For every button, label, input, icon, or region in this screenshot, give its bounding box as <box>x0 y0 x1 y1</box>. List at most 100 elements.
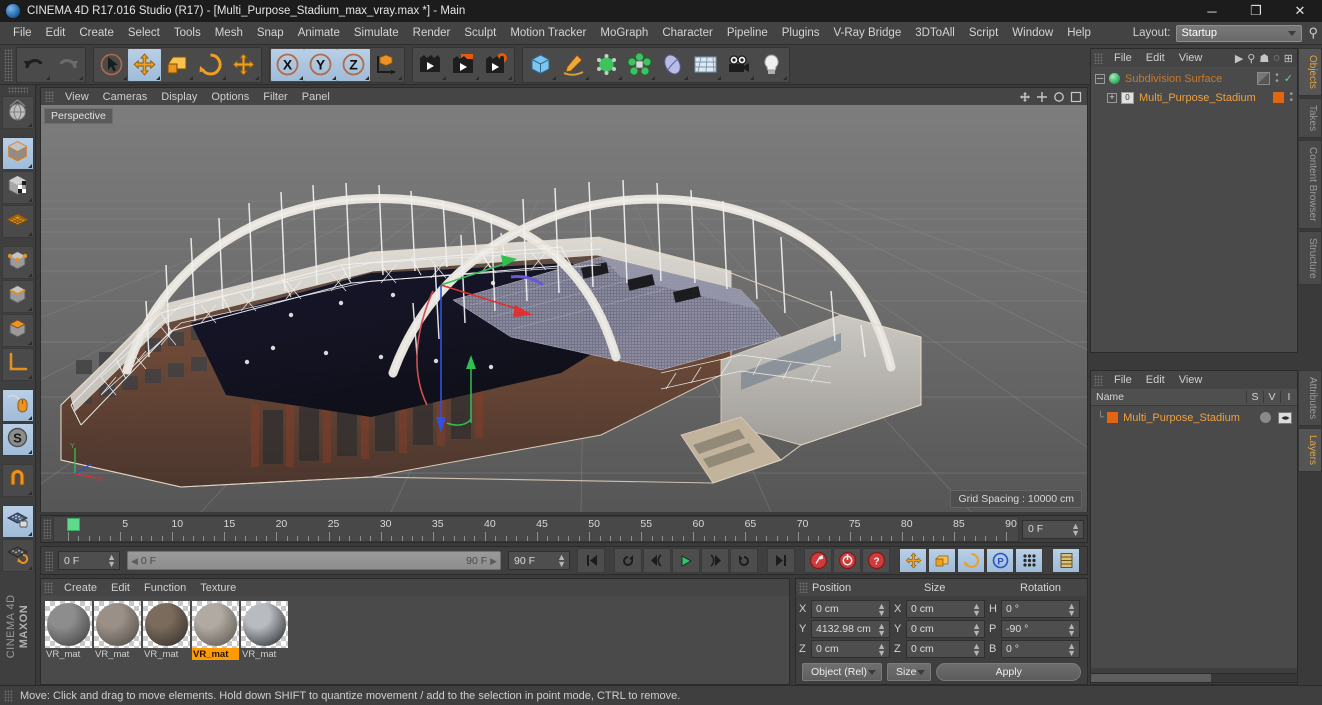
end-frame-field[interactable]: 90 F ▲ ▼ <box>508 551 570 570</box>
menu-item-create[interactable]: Create <box>72 24 121 42</box>
model-mode-button[interactable] <box>1 136 34 170</box>
lock-x-axis-button[interactable]: X <box>271 48 304 81</box>
previous-frame-button[interactable] <box>643 548 671 573</box>
position-key-button[interactable] <box>899 548 927 573</box>
viewport-canvas[interactable]: Perspective Y X Grid Spacing: 10000 cm <box>41 105 1087 512</box>
phong-tag-icon[interactable] <box>1257 72 1271 85</box>
more-options-icon[interactable] <box>255 75 259 80</box>
new-layer-icon[interactable]: ⊞ <box>1284 52 1293 65</box>
menu-item-pipeline[interactable]: Pipeline <box>720 24 775 42</box>
expand-toggle-icon[interactable]: + <box>1107 92 1117 103</box>
layer-solo-toggle[interactable] <box>1260 412 1271 423</box>
viewport-menu-view[interactable]: View <box>58 90 96 104</box>
menu-item-help[interactable]: Help <box>1060 24 1098 42</box>
spinner-icon[interactable]: ▲ ▼ <box>1067 622 1076 638</box>
more-options-icon[interactable] <box>332 75 336 80</box>
layer-manager-menu-edit[interactable]: Edit <box>1139 373 1172 387</box>
menu-item-v-ray-bridge[interactable]: V-Ray Bridge <box>826 24 908 42</box>
layer-horizontal-scrollbar[interactable] <box>1090 673 1298 683</box>
more-options-icon[interactable] <box>618 75 622 80</box>
more-options-icon[interactable] <box>442 75 446 80</box>
enabled-check-icon[interactable]: ✓ <box>1284 72 1293 85</box>
more-arrow-icon[interactable]: ▶ <box>1235 52 1243 65</box>
minimize-button[interactable]: ─ <box>1190 0 1234 22</box>
menu-item-edit[interactable]: Edit <box>39 24 73 42</box>
spinner-icon[interactable]: ▲ ▼ <box>877 602 886 618</box>
preview-range-slider[interactable]: ◀ 0 F 90 F ▶ <box>127 551 501 570</box>
left-toolbar-grip[interactable] <box>7 87 28 94</box>
add-mograph-button[interactable] <box>623 49 656 81</box>
zoom-icon[interactable] <box>1036 91 1048 103</box>
animation-grip[interactable] <box>45 550 53 571</box>
points-mode-button[interactable] <box>1 245 34 279</box>
position-field[interactable]: 0 cm ▲ ▼ <box>811 640 890 658</box>
spinner-icon[interactable]: ▲ ▼ <box>1067 602 1076 618</box>
position-field[interactable]: 0 cm ▲ ▼ <box>811 600 890 618</box>
position-field[interactable]: 4132.98 cm ▲ ▼ <box>811 620 890 638</box>
material-thumbnail[interactable] <box>45 601 92 648</box>
menu-item-motion-tracker[interactable]: Motion Tracker <box>503 24 593 42</box>
tab-objects[interactable]: Objects <box>1298 48 1322 96</box>
menu-item-snap[interactable]: Snap <box>250 24 291 42</box>
more-options-icon[interactable] <box>27 374 32 379</box>
viewport-mouse-button[interactable] <box>1 388 34 422</box>
play-loop-button[interactable] <box>730 548 758 573</box>
lock-z-axis-button[interactable]: Z <box>337 48 370 81</box>
visibility-dots-icon[interactable]: • • <box>1289 89 1293 105</box>
add-cube-button[interactable] <box>524 49 557 81</box>
object-manager-menu-edit[interactable]: Edit <box>1139 51 1172 65</box>
tab-content-browser[interactable]: Content Browser <box>1298 140 1322 229</box>
more-options-icon[interactable] <box>27 449 32 454</box>
snap-button[interactable]: S <box>1 422 34 456</box>
magnet-button[interactable] <box>1 463 34 497</box>
menu-item-mograph[interactable]: MoGraph <box>593 24 655 42</box>
more-options-icon[interactable] <box>27 231 32 236</box>
more-options-icon[interactable] <box>651 75 655 80</box>
layer-color-swatch[interactable] <box>1107 412 1119 423</box>
tab-structure[interactable]: Structure <box>1298 230 1322 286</box>
more-options-icon[interactable] <box>27 340 32 345</box>
add-scene-object-button[interactable] <box>689 49 722 81</box>
material-tag-icon[interactable] <box>1273 92 1285 103</box>
tab-attributes[interactable]: Attributes <box>1298 370 1322 427</box>
add-spline-button[interactable] <box>557 49 590 81</box>
more-options-icon[interactable] <box>365 75 369 80</box>
search-icon[interactable]: ⚲ <box>1247 52 1255 65</box>
timeline-track[interactable]: 051015202530354045505560657075808590 <box>53 516 1019 542</box>
menu-item-mesh[interactable]: Mesh <box>208 24 250 42</box>
more-options-icon[interactable] <box>508 75 512 80</box>
more-options-icon[interactable] <box>156 75 160 80</box>
size-mode-dropdown[interactable]: Size <box>887 663 932 681</box>
viewport-menu-display[interactable]: Display <box>154 90 204 104</box>
close-button[interactable]: ✕ <box>1278 0 1322 22</box>
more-options-icon[interactable] <box>585 75 589 80</box>
more-options-icon[interactable] <box>552 75 556 80</box>
more-options-icon[interactable] <box>750 75 754 80</box>
polygons-mode-button[interactable] <box>1 313 34 347</box>
material-item[interactable]: VR_mat <box>192 601 239 679</box>
more-options-icon[interactable] <box>189 75 193 80</box>
material-menu-function[interactable]: Function <box>137 581 193 595</box>
add-deformer-button[interactable] <box>656 49 689 81</box>
spinner-icon[interactable]: ▲ ▼ <box>972 602 981 618</box>
spinner-icon[interactable]: ▲ ▼ <box>107 553 116 569</box>
link-icon[interactable]: ◌ <box>1273 52 1280 64</box>
toolbar-grip[interactable] <box>4 48 13 81</box>
maximize-viewport-icon[interactable] <box>1070 91 1082 103</box>
material-thumbnail[interactable] <box>241 601 288 648</box>
layout-dropdown[interactable]: Startup <box>1176 24 1303 42</box>
go-to-end-button[interactable] <box>767 548 795 573</box>
more-options-icon[interactable] <box>123 75 127 80</box>
more-options-icon[interactable] <box>684 75 688 80</box>
material-item[interactable]: VR_mat <box>241 601 288 679</box>
spinner-icon[interactable]: ▲ ▼ <box>877 642 886 658</box>
more-options-icon[interactable] <box>27 415 32 420</box>
object-row-subdivision-surface[interactable]: ─ Subdivision Surface • • ✓ <box>1091 69 1297 88</box>
start-frame-field[interactable]: 0 F ▲ ▼ <box>58 551 120 570</box>
layer-manager-grip[interactable] <box>1094 374 1103 386</box>
object-tree[interactable]: ─ Subdivision Surface • • ✓ + 0 Multi_Pur… <box>1091 67 1297 352</box>
more-options-icon[interactable] <box>222 75 226 80</box>
object-manager-menu-view[interactable]: View <box>1172 51 1210 65</box>
material-menu-texture[interactable]: Texture <box>193 581 243 595</box>
add-camera-button[interactable] <box>722 49 755 81</box>
